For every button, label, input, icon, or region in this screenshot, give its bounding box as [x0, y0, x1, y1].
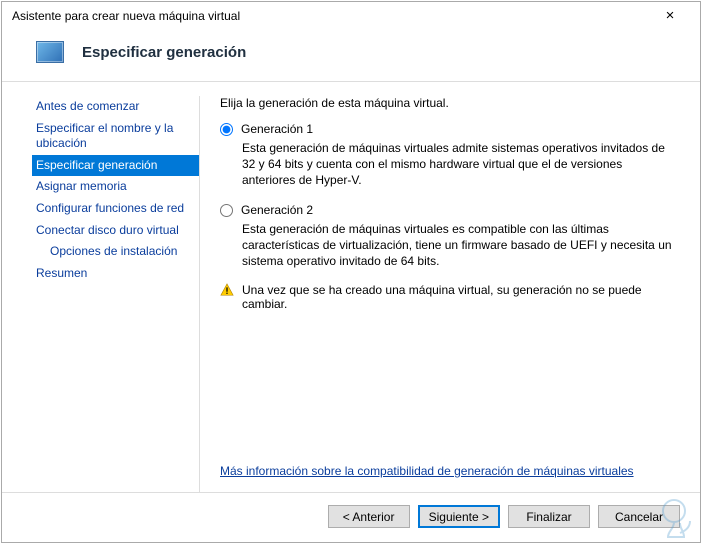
generation-option[interactable]: Generación 2 [220, 203, 678, 217]
finish-button[interactable]: Finalizar [508, 505, 590, 528]
nav-item[interactable]: Resumen [32, 263, 199, 285]
back-button[interactable]: < Anterior [328, 505, 410, 528]
nav-item[interactable]: Conectar disco duro virtual [32, 220, 199, 242]
cancel-button[interactable]: Cancelar [598, 505, 680, 528]
generation-label: Generación 2 [241, 203, 313, 217]
warning-row: Una vez que se ha creado una máquina vir… [220, 283, 678, 311]
nav-item[interactable]: Antes de comenzar [32, 96, 199, 118]
generation-description: Esta generación de máquinas virtuales es… [242, 221, 678, 270]
nav-item[interactable]: Configurar funciones de red [32, 198, 199, 220]
wizard-body: Antes de comenzarEspecificar el nombre y… [2, 82, 700, 492]
intro-text: Elija la generación de esta máquina virt… [220, 96, 678, 110]
wizard-nav: Antes de comenzarEspecificar el nombre y… [32, 96, 200, 492]
page-title: Especificar generación [82, 44, 246, 61]
more-info-link[interactable]: Más información sobre la compatibilidad … [220, 464, 678, 478]
wizard-content: Elija la generación de esta máquina virt… [220, 96, 678, 492]
nav-item[interactable]: Opciones de instalación [32, 241, 199, 263]
nav-item[interactable]: Asignar memoria [32, 176, 199, 198]
next-button[interactable]: Siguiente > [418, 505, 500, 528]
generation-radio[interactable] [220, 204, 233, 217]
wizard-footer: < Anterior Siguiente > Finalizar Cancela… [2, 492, 700, 542]
warning-text: Una vez que se ha creado una máquina vir… [242, 283, 678, 311]
generation-radio[interactable] [220, 123, 233, 136]
nav-item[interactable]: Especificar generación [32, 155, 199, 177]
window-title: Asistente para crear nueva máquina virtu… [12, 9, 240, 23]
wizard-icon [36, 41, 64, 63]
generation-label: Generación 1 [241, 122, 313, 136]
generation-option[interactable]: Generación 1 [220, 122, 678, 136]
close-button[interactable]: × [650, 8, 690, 23]
warning-icon [220, 283, 234, 297]
wizard-window: Asistente para crear nueva máquina virtu… [1, 1, 701, 543]
wizard-header: Especificar generación [2, 27, 700, 82]
generation-description: Esta generación de máquinas virtuales ad… [242, 140, 678, 189]
nav-item[interactable]: Especificar el nombre y la ubicación [32, 118, 199, 155]
titlebar: Asistente para crear nueva máquina virtu… [2, 2, 700, 27]
